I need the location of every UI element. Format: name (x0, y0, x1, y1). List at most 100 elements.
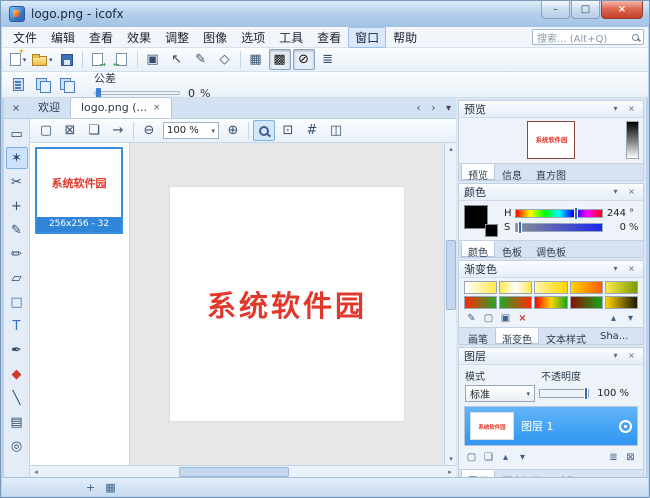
saturation-slider-handle[interactable] (518, 221, 522, 234)
tool-pencil[interactable]: ✎ (6, 219, 28, 241)
menu-view[interactable]: 查看 (82, 27, 120, 48)
box-select-button[interactable]: ▣ (142, 49, 164, 70)
tool-move[interactable]: + (6, 195, 28, 217)
panel-close-icon[interactable]: × (625, 186, 638, 199)
zoom-select[interactable]: 100 % ▾ (163, 122, 219, 139)
mask-toggle-button[interactable]: ⊘ (293, 49, 315, 70)
close-button[interactable]: × (601, 1, 643, 19)
titlebar[interactable]: logo.png - icofx – □ × (1, 1, 649, 27)
tolerance-slider[interactable] (94, 91, 180, 95)
open-file-button[interactable]: ▾ (31, 49, 54, 70)
panel-collapse-icon[interactable]: ▾ (609, 103, 622, 116)
opacity-slider[interactable] (539, 389, 589, 398)
duplicate-image-button[interactable]: ❏ (83, 120, 105, 141)
gradient-swatch[interactable] (499, 296, 532, 309)
gradient-sort-down-icon[interactable]: ▾ (623, 311, 638, 325)
tab-histogram[interactable]: 直方图 (529, 164, 573, 180)
tab-info[interactable]: 信息 (495, 164, 529, 180)
gradient-swatch[interactable] (464, 296, 497, 309)
tool-eyedropper[interactable]: ✒ (6, 339, 28, 361)
gradient-delete-button[interactable]: × (515, 311, 530, 325)
tool-shapes[interactable]: ◆ (6, 363, 28, 385)
tab-prev-button[interactable]: ‹ (411, 101, 426, 116)
tab-gradient[interactable]: 渐变色 (495, 328, 539, 344)
canvas[interactable]: 系统软件园 (169, 186, 405, 422)
maximize-button[interactable]: □ (571, 1, 600, 19)
gradient-swatch[interactable] (570, 296, 603, 309)
tab-text-style[interactable]: 文本样式 (539, 328, 593, 344)
magnifier-mode-button[interactable] (253, 120, 275, 141)
panel-close-icon[interactable]: × (625, 350, 638, 363)
panel-close-icon[interactable]: × (625, 263, 638, 276)
canvas-viewport[interactable]: 系统软件园 (130, 143, 444, 465)
gradient-swatch[interactable] (464, 281, 497, 294)
saturation-slider[interactable] (515, 223, 603, 232)
tool-brush[interactable]: ✏ (6, 243, 28, 265)
gradient-swatch[interactable] (534, 296, 567, 309)
tab-palette[interactable]: 调色板 (529, 241, 573, 257)
gradient-save-button[interactable]: ▣ (498, 311, 513, 325)
delete-image-button[interactable]: ⊠ (59, 120, 81, 141)
menu-help[interactable]: 帮助 (386, 27, 424, 48)
export-button[interactable] (111, 49, 133, 70)
grid-view-button[interactable]: # (301, 120, 323, 141)
panel-collapse-icon[interactable]: ▾ (609, 186, 622, 199)
grid-toggle-button[interactable]: ▦ (245, 49, 267, 70)
gradient-swatch[interactable] (534, 281, 567, 294)
frame-item-256[interactable]: 系统软件园 256x256 - 32 (35, 147, 123, 234)
tool-crop[interactable]: ✂ (6, 171, 28, 193)
menu-file[interactable]: 文件 (6, 27, 44, 48)
pointer-button[interactable]: ↖ (166, 49, 188, 70)
layer-row[interactable]: 系统软件园 图层 1 (465, 407, 637, 445)
tab-swatches[interactable]: 色板 (495, 241, 529, 257)
new-image-button[interactable]: ▢ (35, 120, 57, 141)
gradient-sort-up-icon[interactable]: ▴ (606, 311, 621, 325)
tab-next-button[interactable]: › (426, 101, 441, 116)
gradient-new-button[interactable]: ▢ (481, 311, 496, 325)
panel-collapse-icon[interactable]: ▾ (609, 350, 622, 363)
tool-magic-wand[interactable]: ✶ (6, 147, 28, 169)
layer-visibility-eye-icon[interactable] (619, 420, 632, 433)
draw-mode-button[interactable]: ✎ (190, 49, 212, 70)
menu-view-2[interactable]: 查看 (310, 27, 348, 48)
background-color[interactable] (485, 224, 498, 237)
close-document-button[interactable]: × (8, 100, 24, 116)
gradient-edit-button[interactable]: ✎ (464, 311, 479, 325)
menu-tools[interactable]: 工具 (272, 27, 310, 48)
tab-color[interactable]: 颜色 (461, 241, 495, 257)
opacity-slider-handle[interactable] (584, 387, 588, 400)
tool-line[interactable]: ╲ (6, 387, 28, 409)
tab-welcome[interactable]: 欢迎 (28, 96, 70, 118)
vertical-scrollbar[interactable]: ▴ ▾ (444, 143, 456, 465)
current-color-swatch[interactable] (464, 204, 498, 237)
minimize-button[interactable]: – (541, 1, 570, 19)
tab-shapes[interactable]: Sha... (593, 328, 635, 344)
merge-layers-button[interactable]: ≣ (606, 450, 621, 464)
horizontal-scroll-thumb[interactable] (179, 467, 289, 477)
tool-zoom[interactable]: ◎ (6, 435, 28, 457)
panel-view-button[interactable]: ◫ (325, 120, 347, 141)
menu-edit[interactable]: 编辑 (44, 27, 82, 48)
duplicate-button[interactable] (55, 74, 77, 95)
menu-image[interactable]: 图像 (196, 27, 234, 48)
hue-slider-handle[interactable] (574, 207, 578, 220)
menu-adjust[interactable]: 调整 (158, 27, 196, 48)
new-layer-button[interactable]: ▢ (464, 450, 479, 464)
tab-close-icon[interactable]: × (153, 103, 161, 113)
layers-view-toggle-button[interactable]: ≣ (317, 49, 339, 70)
horizontal-scrollbar[interactable]: ◂ ▸ (30, 465, 456, 477)
gradient-swatch[interactable] (499, 281, 532, 294)
import-button[interactable] (87, 49, 109, 70)
menu-effects[interactable]: 效果 (120, 27, 158, 48)
dropdown-arrow-icon[interactable]: ▾ (49, 56, 53, 64)
panel-collapse-icon[interactable]: ▾ (609, 263, 622, 276)
paste-button[interactable] (7, 74, 29, 95)
export-image-button[interactable]: → (107, 120, 129, 141)
tab-document[interactable]: logo.png (... × (70, 97, 172, 118)
shape-mode-button[interactable]: ◇ (214, 49, 236, 70)
tool-rectangle[interactable]: □ (6, 291, 28, 313)
save-button[interactable] (56, 49, 78, 70)
tab-preview[interactable]: 预览 (461, 164, 495, 180)
menu-window[interactable]: 窗口 (348, 27, 386, 48)
tab-list-button[interactable]: ▾ (441, 101, 456, 116)
